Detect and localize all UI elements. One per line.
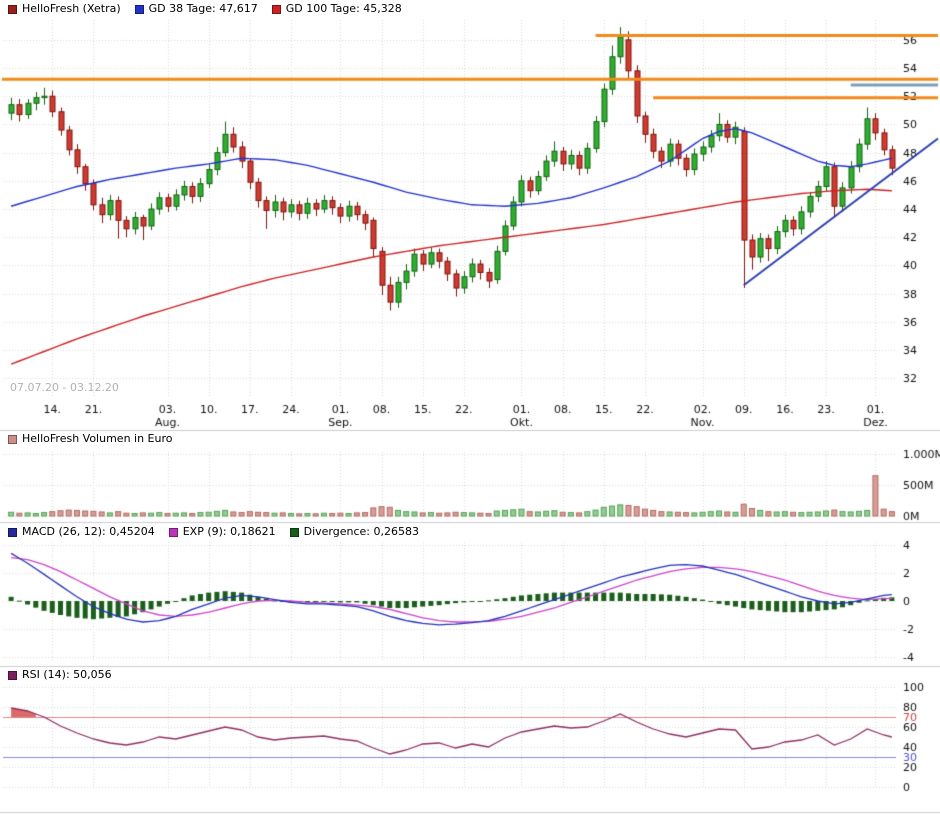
macd-label: MACD (26, 12): 0,45204 <box>22 525 155 538</box>
gd100-label: GD 100 Tage: 45,328 <box>285 2 402 15</box>
gd100-legend-item: GD 100 Tage: 45,328 <box>271 2 402 15</box>
price-legend-item: HelloFresh (Xetra) <box>8 3 121 15</box>
stock-chart-canvas[interactable] <box>0 0 940 814</box>
macd-legend-item: MACD (26, 12): 0,45204 <box>8 526 155 538</box>
stock-chart-page: HelloFresh (Xetra) GD 38 Tage: 47,617 GD… <box>0 0 940 814</box>
price-legend: HelloFresh (Xetra) GD 38 Tage: 47,617 GD… <box>8 3 402 15</box>
rsi-label: RSI (14): 50,056 <box>22 668 112 681</box>
date-range-watermark: 07.07.20 - 03.12.20 <box>10 381 119 394</box>
divergence-label: Divergence: 0,26583 <box>303 525 419 538</box>
volume-legend-item: HelloFresh Volumen in Euro <box>8 433 173 445</box>
price-series-swatch <box>8 4 17 14</box>
exp-swatch <box>168 527 178 537</box>
gd38-label: GD 38 Tage: 47,617 <box>148 2 258 15</box>
rsi-swatch <box>8 670 17 680</box>
volume-label: HelloFresh Volumen in Euro <box>22 432 173 445</box>
gd38-legend-item: GD 38 Tage: 47,617 <box>134 2 258 15</box>
gd100-swatch <box>271 4 281 14</box>
volume-legend: HelloFresh Volumen in Euro <box>8 433 173 445</box>
rsi-legend: RSI (14): 50,056 <box>8 669 112 681</box>
exp-legend-item: EXP (9): 0,18621 <box>168 525 276 538</box>
macd-legend: MACD (26, 12): 0,45204 EXP (9): 0,18621 … <box>8 526 419 538</box>
divergence-legend-item: Divergence: 0,26583 <box>289 525 419 538</box>
gd38-swatch <box>134 4 144 14</box>
price-series-label: HelloFresh (Xetra) <box>22 2 121 15</box>
exp-label: EXP (9): 0,18621 <box>182 525 276 538</box>
divergence-swatch <box>289 527 299 537</box>
macd-swatch <box>8 527 17 537</box>
volume-swatch <box>8 434 17 444</box>
rsi-legend-item: RSI (14): 50,056 <box>8 669 112 681</box>
